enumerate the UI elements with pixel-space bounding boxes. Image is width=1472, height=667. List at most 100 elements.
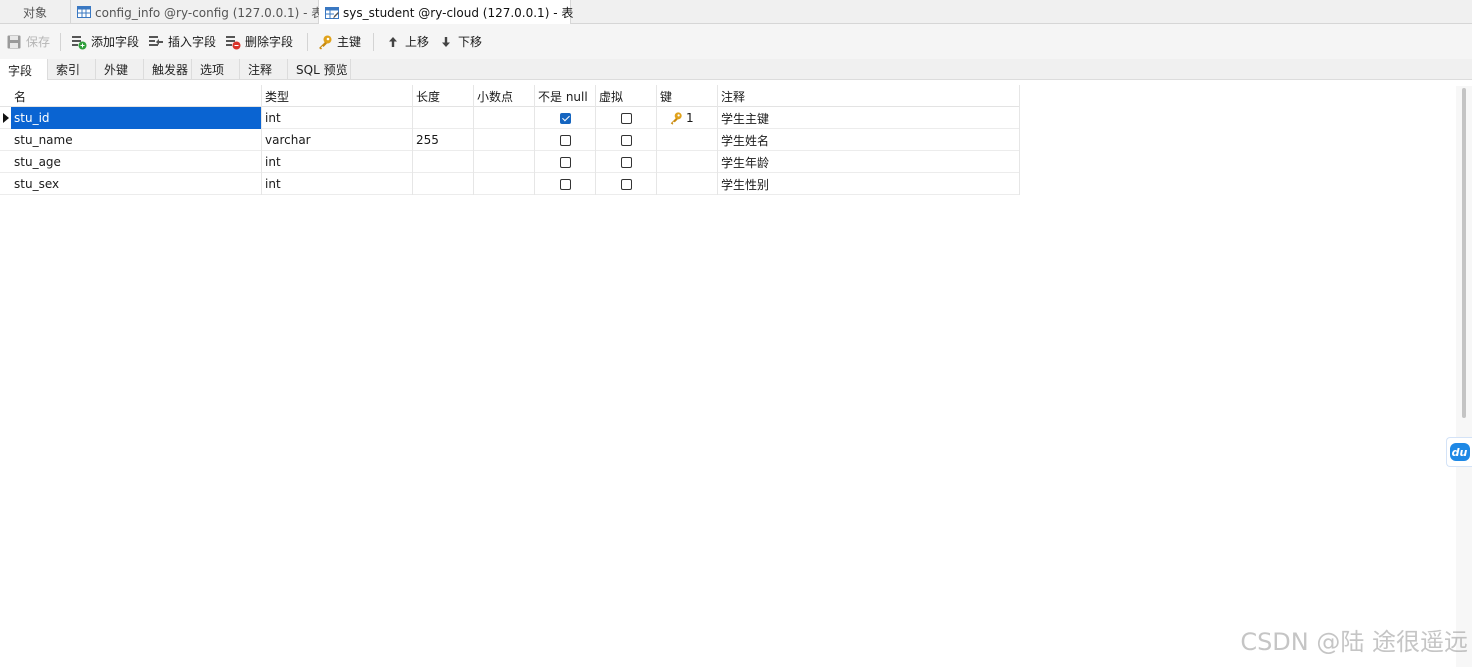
cell-comment[interactable]: 学生姓名 bbox=[718, 129, 1020, 151]
row-indicator bbox=[0, 107, 11, 129]
tab-objects[interactable]: 对象 bbox=[0, 0, 71, 24]
header-not-null[interactable]: 不是 null bbox=[535, 85, 596, 107]
cell-length[interactable] bbox=[413, 151, 474, 173]
tab-options-label: 选项 bbox=[200, 63, 225, 77]
header-key[interactable]: 键 bbox=[657, 85, 718, 107]
virtual-checkbox[interactable] bbox=[620, 112, 632, 124]
cell-type[interactable]: int bbox=[262, 173, 413, 195]
cell-name[interactable]: stu_sex bbox=[11, 173, 262, 195]
tab-indexes-label: 索引 bbox=[56, 63, 81, 77]
table-icon bbox=[77, 6, 91, 18]
insert-field-label: 插入字段 bbox=[168, 35, 217, 49]
cell-length[interactable]: 255 bbox=[413, 129, 474, 151]
cell-decimals[interactable] bbox=[474, 173, 535, 195]
cell-comment[interactable]: 学生年龄 bbox=[718, 151, 1020, 173]
key-order: 1 bbox=[686, 111, 694, 125]
cell-virtual bbox=[596, 151, 657, 173]
table-row[interactable]: stu_sex int 学生性别 bbox=[0, 173, 1020, 195]
cell-virtual bbox=[596, 107, 657, 129]
tab-triggers[interactable]: 触发器 bbox=[144, 59, 192, 80]
not-null-checkbox[interactable] bbox=[559, 178, 571, 190]
header-length[interactable]: 长度 bbox=[413, 85, 474, 107]
save-label: 保存 bbox=[26, 35, 51, 49]
header-virtual[interactable]: 虚拟 bbox=[596, 85, 657, 107]
watermark: CSDN @陆 途很遥远 bbox=[1240, 628, 1468, 656]
insert-field-button[interactable]: 插入字段 bbox=[148, 24, 216, 59]
cell-key[interactable]: 1 bbox=[657, 107, 718, 129]
virtual-checkbox[interactable] bbox=[620, 178, 632, 190]
save-icon bbox=[7, 35, 21, 48]
grid-header: 名 类型 长度 小数点 不是 null 虚拟 键 注释 bbox=[0, 85, 1020, 107]
cell-not-null bbox=[535, 129, 596, 151]
cell-key[interactable] bbox=[657, 173, 718, 195]
tab-comment-label: 注释 bbox=[248, 63, 273, 77]
not-null-checkbox[interactable] bbox=[559, 156, 571, 168]
cell-type[interactable]: varchar bbox=[262, 129, 413, 151]
toolbar: 保存 添加字段 插入字段 删除字段 主键 上移 下移 bbox=[0, 24, 1472, 59]
current-row-arrow-icon bbox=[2, 113, 9, 123]
move-down-button[interactable]: 下移 bbox=[438, 24, 482, 59]
cell-name[interactable]: stu_id bbox=[11, 107, 262, 129]
arrow-up-icon bbox=[389, 36, 397, 47]
cell-key[interactable] bbox=[657, 129, 718, 151]
cell-decimals[interactable] bbox=[474, 129, 535, 151]
cell-virtual bbox=[596, 173, 657, 195]
scrollbar-thumb[interactable] bbox=[1462, 88, 1466, 418]
fields-grid: 名 类型 长度 小数点 不是 null 虚拟 键 注释 stu_id int 1… bbox=[0, 85, 1020, 195]
table-row[interactable]: stu_id int 1 学生主键 bbox=[0, 107, 1020, 129]
delete-field-label: 删除字段 bbox=[245, 35, 294, 49]
toolbar-separator bbox=[373, 33, 374, 51]
header-decimals[interactable]: 小数点 bbox=[474, 85, 535, 107]
cell-comment[interactable]: 学生性别 bbox=[718, 173, 1020, 195]
tab-objects-label: 对象 bbox=[22, 5, 47, 20]
tab-foreign-keys-label: 外键 bbox=[104, 63, 129, 77]
primary-key-button[interactable]: 主键 bbox=[317, 24, 361, 59]
tab-foreign-keys[interactable]: 外键 bbox=[96, 59, 144, 80]
side-assistant-badge[interactable]: du bbox=[1446, 437, 1472, 467]
header-name[interactable]: 名 bbox=[11, 85, 262, 107]
toolbar-separator bbox=[307, 33, 308, 51]
cell-decimals[interactable] bbox=[474, 107, 535, 129]
not-null-checkbox[interactable] bbox=[559, 112, 571, 124]
delete-field-icon bbox=[226, 35, 241, 49]
tab-fields[interactable]: 字段 bbox=[0, 59, 48, 81]
tab-config-info[interactable]: config_info @ry-config (127.0.0.1) - 表 bbox=[71, 0, 323, 24]
cell-length[interactable] bbox=[413, 107, 474, 129]
cell-comment[interactable]: 学生主键 bbox=[718, 107, 1020, 129]
tab-sys-student[interactable]: sys_student @ry-cloud (127.0.0.1) - 表 bbox=[319, 0, 574, 25]
tab-sys-student-label: sys_student @ry-cloud (127.0.0.1) - 表 bbox=[343, 6, 574, 20]
cell-name[interactable]: stu_name bbox=[11, 129, 262, 151]
primary-key-label: 主键 bbox=[337, 35, 362, 49]
virtual-checkbox[interactable] bbox=[620, 156, 632, 168]
save-button[interactable]: 保存 bbox=[6, 24, 50, 59]
tab-sql-preview-label: SQL 预览 bbox=[296, 63, 348, 77]
cell-not-null bbox=[535, 107, 596, 129]
cell-key[interactable] bbox=[657, 151, 718, 173]
cell-name[interactable]: stu_age bbox=[11, 151, 262, 173]
header-comment[interactable]: 注释 bbox=[718, 85, 1020, 107]
header-type[interactable]: 类型 bbox=[262, 85, 413, 107]
cell-decimals[interactable] bbox=[474, 151, 535, 173]
vertical-scrollbar[interactable] bbox=[1456, 86, 1472, 667]
tab-indexes[interactable]: 索引 bbox=[48, 59, 96, 80]
cell-type[interactable]: int bbox=[262, 107, 413, 129]
cell-length[interactable] bbox=[413, 173, 474, 195]
cell-virtual bbox=[596, 129, 657, 151]
row-indicator bbox=[0, 151, 11, 173]
primary-key-icon bbox=[670, 112, 682, 125]
key-icon bbox=[319, 35, 332, 49]
tab-sql-preview[interactable]: SQL 预览 bbox=[288, 59, 351, 80]
not-null-checkbox[interactable] bbox=[559, 134, 571, 146]
cell-not-null bbox=[535, 151, 596, 173]
delete-field-button[interactable]: 删除字段 bbox=[225, 24, 293, 59]
table-row[interactable]: stu_name varchar 255 学生姓名 bbox=[0, 129, 1020, 151]
arrow-down-icon bbox=[442, 36, 450, 47]
cell-type[interactable]: int bbox=[262, 151, 413, 173]
table-row[interactable]: stu_age int 学生年龄 bbox=[0, 151, 1020, 173]
add-field-icon bbox=[72, 35, 87, 49]
virtual-checkbox[interactable] bbox=[620, 134, 632, 146]
tab-comment[interactable]: 注释 bbox=[240, 59, 288, 80]
move-up-button[interactable]: 上移 bbox=[385, 24, 429, 59]
tab-options[interactable]: 选项 bbox=[192, 59, 240, 80]
add-field-button[interactable]: 添加字段 bbox=[71, 24, 139, 59]
